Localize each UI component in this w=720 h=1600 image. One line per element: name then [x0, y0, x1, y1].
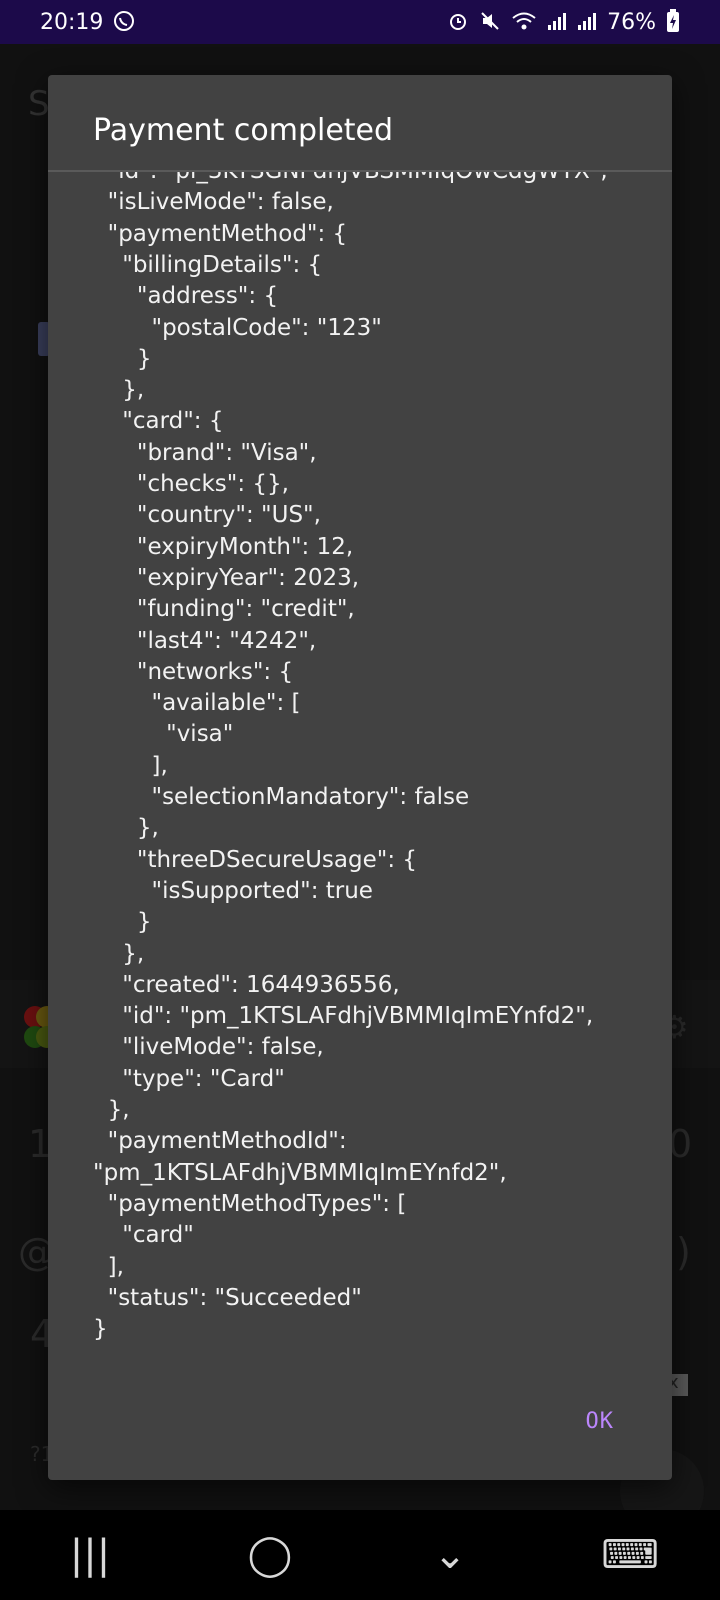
- dialog-title: Payment completed: [93, 113, 394, 148]
- back-icon[interactable]: ⌄: [400, 1532, 500, 1578]
- status-bar: 20:19 76%: [0, 0, 720, 44]
- json-line: "isLiveMode": false,: [93, 189, 334, 216]
- json-line: },: [93, 815, 159, 842]
- json-line: "networks": {: [93, 658, 294, 685]
- json-line: "pm_1KTSLAFdhjVBMMIqImEYnfd2",: [93, 1159, 507, 1186]
- status-time: 20:19: [40, 9, 104, 35]
- ok-button[interactable]: OK: [586, 1409, 615, 1434]
- json-line: "last4": "4242",: [93, 627, 317, 654]
- json-line: "id": "pm_1KTSLAFdhjVBMMIqImEYnfd2",: [93, 1003, 594, 1030]
- json-line: },: [93, 1097, 130, 1123]
- json-line: "expiryYear": 2023,: [93, 564, 360, 591]
- json-line: "paymentMethod": {: [93, 220, 348, 247]
- json-line: },: [93, 377, 145, 404]
- json-line: }: [93, 345, 152, 372]
- json-line: "billingDetails": {: [93, 251, 323, 278]
- json-line: }: [93, 909, 152, 936]
- json-line: "created": 1644936556,: [93, 971, 400, 998]
- payment-dialog: Payment completed "id": "pi_3KTSGNFdhjVB…: [48, 75, 672, 1480]
- json-line: }: [93, 1316, 108, 1343]
- signal-icon: [577, 10, 597, 35]
- alarm-icon: [447, 10, 469, 35]
- navigation-bar: ||| ◯ ⌄ ⌨: [0, 1510, 720, 1600]
- signal-icon: [547, 10, 567, 35]
- json-line: "available": [: [93, 690, 301, 717]
- json-line: "paymentMethodId":: [93, 1128, 347, 1155]
- json-line: "status": "Succeeded": [93, 1284, 362, 1311]
- status-bar-left: 20:19: [40, 10, 135, 35]
- json-line: },: [93, 940, 145, 967]
- json-line: "card": {: [93, 408, 224, 435]
- json-line: "visa": [93, 721, 234, 748]
- status-bar-right: 76%: [447, 8, 680, 36]
- json-line: ],: [93, 1253, 124, 1280]
- background-title: S: [28, 84, 50, 124]
- battery-charging-icon: [666, 8, 680, 36]
- json-line: ],: [93, 752, 168, 779]
- mute-icon: [479, 10, 501, 35]
- keyboard-icon[interactable]: ⌨: [580, 1532, 680, 1578]
- json-line: "address": {: [93, 283, 279, 310]
- json-line: "paymentMethodTypes": [: [93, 1190, 407, 1217]
- whatsapp-icon: [113, 10, 135, 35]
- json-line: "type": "Card": [93, 1065, 285, 1092]
- json-line: "postalCode": "123": [93, 314, 382, 341]
- json-line: "isSupported": true: [93, 877, 373, 904]
- json-line: "selectionMandatory": false: [93, 784, 470, 810]
- json-line: "funding": "credit",: [93, 596, 355, 623]
- background-text: ): [676, 1230, 691, 1274]
- json-line: "card": [93, 1222, 194, 1249]
- home-icon[interactable]: ◯: [220, 1532, 320, 1578]
- json-content[interactable]: "id": "pi_3KTSGNFdhjVBSMMIqOwCdgWTX", "i…: [48, 172, 672, 1442]
- json-line: "brand": "Visa",: [93, 439, 317, 466]
- json-line: "id": "pi_3KTSGNFdhjVBSMMIqOwCdgWTX",: [93, 172, 608, 187]
- recents-icon[interactable]: |||: [40, 1532, 140, 1578]
- json-line: "threeDSecureUsage": {: [93, 846, 418, 873]
- battery-percent: 76%: [607, 9, 656, 35]
- json-line: "country": "US",: [93, 502, 321, 529]
- json-line: "liveMode": false,: [93, 1034, 324, 1061]
- wifi-icon: [511, 10, 537, 35]
- json-line: "checks": {},: [93, 471, 289, 497]
- json-line: "expiryMonth": 12,: [93, 533, 354, 560]
